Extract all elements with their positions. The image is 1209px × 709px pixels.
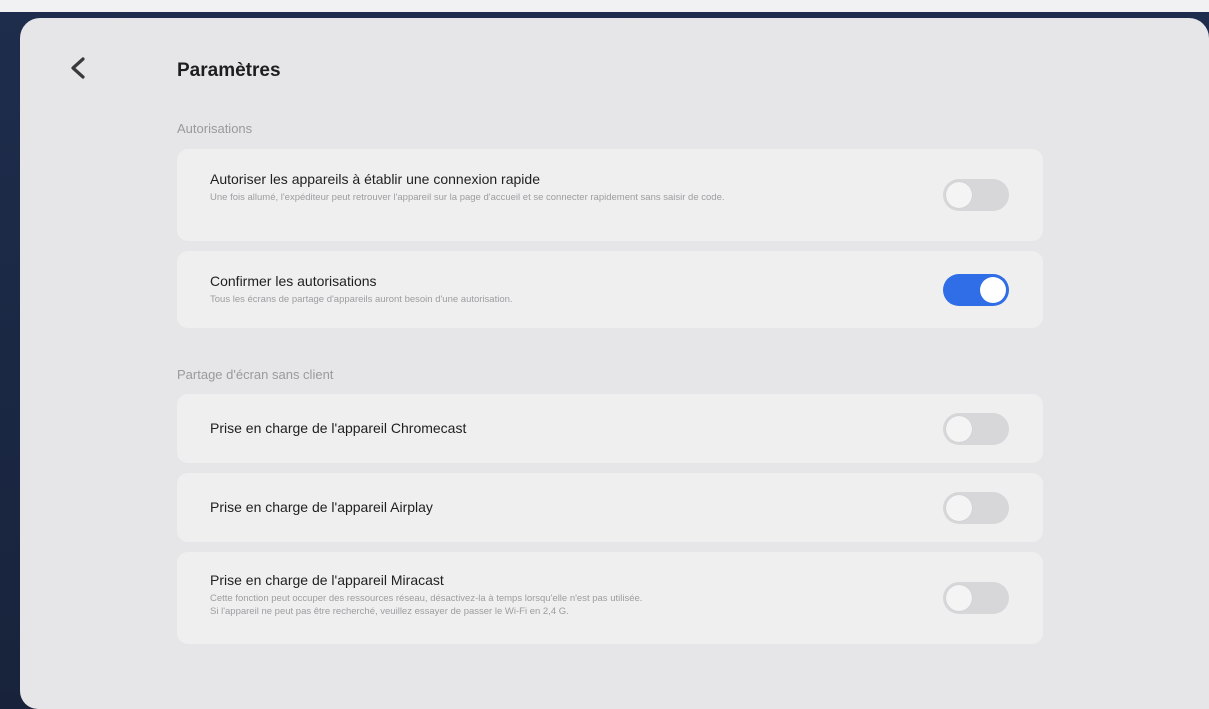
toggle-knob bbox=[946, 416, 972, 442]
chevron-left-icon bbox=[71, 57, 85, 79]
section-label-clientless-sharing: Partage d'écran sans client bbox=[177, 367, 334, 382]
setting-description: Cette fonction peut occuper des ressourc… bbox=[210, 593, 643, 604]
toggle-miracast[interactable] bbox=[943, 582, 1009, 614]
back-button[interactable] bbox=[58, 48, 98, 88]
toggle-airplay[interactable] bbox=[943, 492, 1009, 524]
page-title: Paramètres bbox=[177, 60, 281, 81]
setting-quick-connect[interactable]: Autoriser les appareils à établir une co… bbox=[177, 149, 1043, 241]
toggle-knob bbox=[946, 495, 972, 521]
setting-title: Autoriser les appareils à établir une co… bbox=[210, 171, 540, 187]
settings-panel: Paramètres Autorisations Autoriser les a… bbox=[20, 18, 1209, 709]
setting-title: Prise en charge de l'appareil Miracast bbox=[210, 572, 444, 588]
setting-description: Tous les écrans de partage d'appareils a… bbox=[210, 294, 513, 305]
setting-miracast[interactable]: Prise en charge de l'appareil Miracast C… bbox=[177, 552, 1043, 644]
top-band bbox=[0, 0, 1209, 12]
setting-airplay[interactable]: Prise en charge de l'appareil Airplay bbox=[177, 473, 1043, 542]
setting-title: Prise en charge de l'appareil Airplay bbox=[210, 499, 433, 515]
setting-title: Confirmer les autorisations bbox=[210, 273, 377, 289]
toggle-knob bbox=[980, 277, 1006, 303]
setting-description-2: Si l'appareil ne peut pas être recherché… bbox=[210, 606, 569, 617]
toggle-knob bbox=[946, 182, 972, 208]
setting-chromecast[interactable]: Prise en charge de l'appareil Chromecast bbox=[177, 394, 1043, 463]
section-label-autorisations: Autorisations bbox=[177, 121, 253, 136]
setting-description: Une fois allumé, l'expéditeur peut retro… bbox=[210, 192, 725, 203]
toggle-chromecast[interactable] bbox=[943, 413, 1009, 445]
toggle-quick-connect[interactable] bbox=[943, 179, 1009, 211]
toggle-confirm-authorizations[interactable] bbox=[943, 274, 1009, 306]
setting-confirm-authorizations[interactable]: Confirmer les autorisations Tous les écr… bbox=[177, 251, 1043, 328]
setting-title: Prise en charge de l'appareil Chromecast bbox=[210, 420, 467, 436]
toggle-knob bbox=[946, 585, 972, 611]
